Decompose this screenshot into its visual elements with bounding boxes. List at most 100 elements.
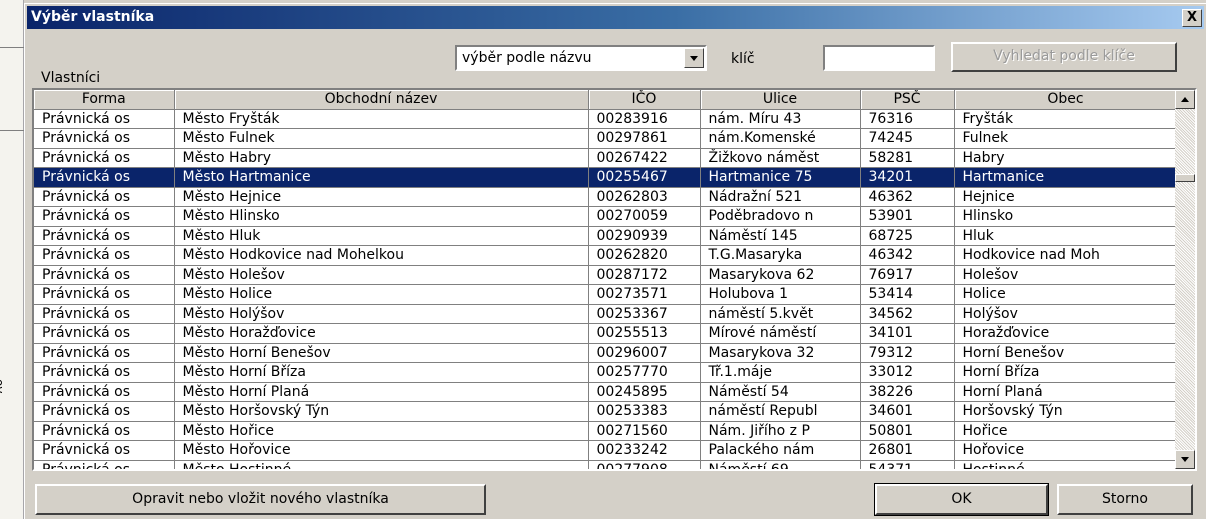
cell-city: Hlinsko <box>954 206 1178 227</box>
cell-zip: 68725 <box>860 226 955 246</box>
cell-ico: 00255467 <box>588 167 701 188</box>
cell-ico: 00262803 <box>588 187 701 207</box>
cell-zip: 34201 <box>860 167 955 188</box>
table-row[interactable]: Právnická os Město Hostinné 00277908 Náměst… <box>34 460 1178 469</box>
cell-street: Hartmanice 75 <box>700 167 861 188</box>
cell-ico: 00257770 <box>588 362 701 383</box>
table-row[interactable]: Právnická os Město Horní Planá 00245895 Nám… <box>34 382 1178 402</box>
table-row[interactable]: Právnická os Město Hodkovice nad Mohelkou… <box>34 245 1178 266</box>
cell-street: náměstí 5.květ <box>700 304 861 324</box>
table-row[interactable]: Právnická os Město Hartmanice 00255467 Hart… <box>34 167 1178 188</box>
cell-street: Mírové náměstí <box>700 323 861 344</box>
cell-name: Město Horní Bříza <box>174 362 589 383</box>
cell-city: Holešov <box>954 265 1178 285</box>
column-obchodni-nazev[interactable]: Obchodní název <box>174 90 589 110</box>
cell-ico: 00296007 <box>588 343 701 363</box>
dialog-titlebar[interactable]: Výběr vlastníka X <box>27 6 1204 29</box>
cell-city: Holýšov <box>954 304 1178 324</box>
cell-ico: 00283916 <box>588 109 701 129</box>
cell-name: Město Horní Benešov <box>174 343 589 363</box>
table-row[interactable]: Právnická os Město Holice 00273571 Holubova… <box>34 284 1178 305</box>
cell-name: Město Fulnek <box>174 128 589 149</box>
cell-street: Náměstí 54 <box>700 382 861 402</box>
cell-city: Hostinné <box>954 460 1178 469</box>
table-row[interactable]: Právnická os Město Hluk 00290939 Náměstí 14… <box>34 226 1178 246</box>
cell-forma: Právnická os <box>34 304 175 324</box>
cell-zip: 34601 <box>860 401 955 422</box>
cell-zip: 50801 <box>860 421 955 441</box>
cell-name: Město Holýšov <box>174 304 589 324</box>
table-row[interactable]: Právnická os Město Hořice 00271560 Nám. Jiř… <box>34 421 1178 441</box>
search-mode-select[interactable]: výběr podle názvu <box>455 45 707 71</box>
cell-name: Město Holice <box>174 284 589 305</box>
cell-ico: 00245895 <box>588 382 701 402</box>
cell-ico: 00255513 <box>588 323 701 344</box>
cell-zip: 74245 <box>860 128 955 149</box>
table-row[interactable]: Právnická os Město Horní Bříza 00257770 Tř.… <box>34 362 1178 383</box>
scroll-down-icon[interactable] <box>1175 450 1195 469</box>
cell-city: Hartmanice <box>954 167 1178 188</box>
column-psc[interactable]: PSČ <box>860 90 955 110</box>
column-forma[interactable]: Forma <box>34 90 175 110</box>
cell-ico: 00233242 <box>588 440 701 461</box>
table-row[interactable]: Právnická os Město Hlinsko 00270059 Poděbra… <box>34 206 1178 227</box>
cell-ico: 00253367 <box>588 304 701 324</box>
cell-name: Město Holešov <box>174 265 589 285</box>
cell-zip: 54371 <box>860 460 955 469</box>
ok-button[interactable]: OK <box>874 483 1049 516</box>
column-ico[interactable]: IČO <box>588 90 701 110</box>
owner-selection-dialog: Výběr vlastníka X výběr podle názvu klíč… <box>24 3 1206 519</box>
search-mode-value: výběr podle názvu <box>462 50 592 66</box>
cell-forma: Právnická os <box>34 343 175 363</box>
dialog-title: Výběr vlastníka <box>31 9 155 25</box>
key-input[interactable] <box>823 45 935 71</box>
cell-zip: 58281 <box>860 148 955 168</box>
cell-city: Hořovice <box>954 440 1178 461</box>
cell-forma: Právnická os <box>34 460 175 469</box>
cell-zip: 76917 <box>860 265 955 285</box>
table-row[interactable]: Právnická os Město Horažďovice 00255513 Mír… <box>34 323 1178 344</box>
cell-name: Město Fryšták <box>174 109 589 129</box>
table-row[interactable]: Právnická os Město Hejnice 00262803 Nádražn… <box>34 187 1178 207</box>
cell-name: Město Hejnice <box>174 187 589 207</box>
table-row[interactable]: Právnická os Město Holešov 00287172 Masaryk… <box>34 265 1178 285</box>
table-row[interactable]: Právnická os Město Fryšták 00283916 nám. Mí… <box>34 109 1178 129</box>
table-row[interactable]: Právnická os Město Hořovice 00233242 Palack… <box>34 440 1178 461</box>
scroll-thumb[interactable] <box>1175 174 1195 182</box>
search-by-key-button[interactable]: Vyhledat podle klíče <box>951 42 1177 72</box>
table-row[interactable]: Právnická os Město Holýšov 00253367 náměstí… <box>34 304 1178 324</box>
cell-ico: 00273571 <box>588 284 701 305</box>
cancel-button[interactable]: Storno <box>1057 484 1193 515</box>
chevron-down-icon[interactable] <box>684 48 704 68</box>
cell-forma: Právnická os <box>34 382 175 402</box>
cell-street: Holubova 1 <box>700 284 861 305</box>
vertical-scrollbar[interactable] <box>1175 90 1195 469</box>
cell-name: Město Horšovský Týn <box>174 401 589 422</box>
cell-ico: 00297861 <box>588 128 701 149</box>
cell-name: Město Habry <box>174 148 589 168</box>
owners-label: Vlastníci <box>41 70 101 86</box>
cell-zip: 46362 <box>860 187 955 207</box>
cell-forma: Právnická os <box>34 109 175 129</box>
cell-city: Horní Bříza <box>954 362 1178 383</box>
column-obec[interactable]: Obec <box>954 90 1178 110</box>
table-row[interactable]: Právnická os Město Horní Benešov 00296007 M… <box>34 343 1178 363</box>
owners-table[interactable]: Forma Obchodní název IČO Ulice PSČ Obec Právn… <box>32 88 1197 471</box>
cell-forma: Právnická os <box>34 245 175 266</box>
close-icon[interactable]: X <box>1182 9 1202 27</box>
cell-street: Náměstí 69 <box>700 460 861 469</box>
table-row[interactable]: Právnická os Město Horšovský Týn 00253383 n… <box>34 401 1178 422</box>
cell-ico: 00262820 <box>588 245 701 266</box>
background-divider <box>0 47 24 48</box>
cell-name: Město Hořovice <box>174 440 589 461</box>
cell-street: Poděbradovo n <box>700 206 861 227</box>
scroll-up-icon[interactable] <box>1175 90 1195 109</box>
cell-forma: Právnická os <box>34 362 175 383</box>
edit-or-add-owner-button[interactable]: Opravit nebo vložit nového vlastníka <box>35 484 486 515</box>
cell-street: Masarykova 62 <box>700 265 861 285</box>
cell-zip: 38226 <box>860 382 955 402</box>
table-row[interactable]: Právnická os Město Habry 00267422 Žižkovo n… <box>34 148 1178 168</box>
table-row[interactable]: Právnická os Město Fulnek 00297861 nám.Kome… <box>34 128 1178 149</box>
cell-zip: 53414 <box>860 284 955 305</box>
column-ulice[interactable]: Ulice <box>700 90 861 110</box>
